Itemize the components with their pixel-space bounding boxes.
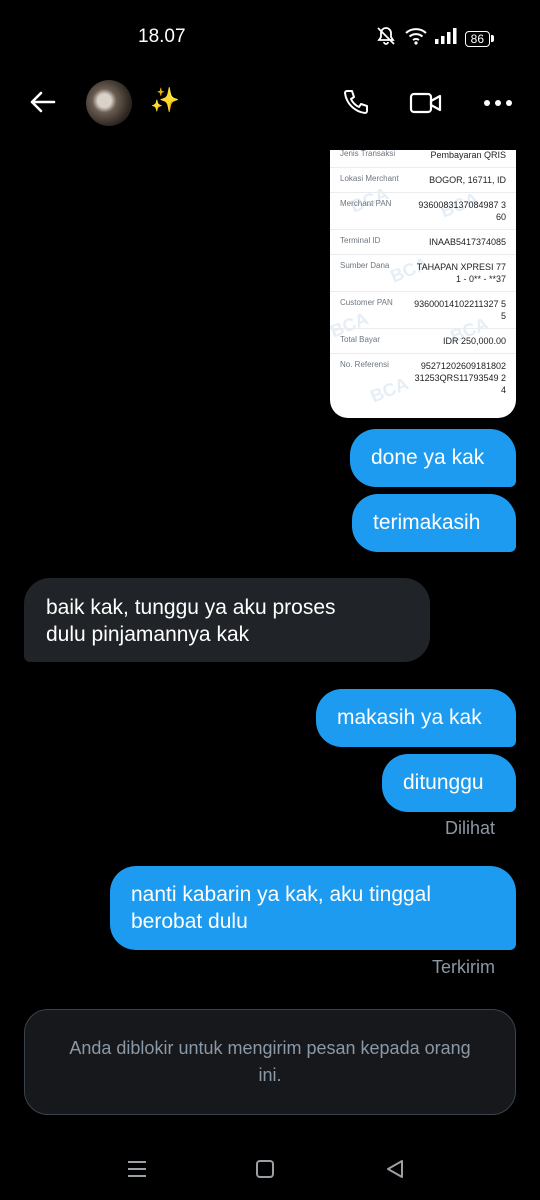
mute-vibrate-icon [375, 26, 397, 51]
receipt-label: No. Referensi [340, 360, 389, 369]
message-bubble-outgoing[interactable]: done ya kak [350, 429, 516, 487]
message-bubble-incoming[interactable]: baik kak, tunggu ya aku proses dulu pinj… [24, 578, 430, 662]
battery-level: 86 [464, 30, 490, 47]
message-bubble-outgoing[interactable]: terimakasih [352, 494, 516, 552]
message-text: ditunggu [403, 771, 484, 794]
receipt-image[interactable]: BCA BCA BCA BCA BCA BCA Jenis Transaksi P… [330, 150, 516, 418]
receipt-label: Lokasi Merchant [340, 174, 399, 183]
message-text-line: dulu pinjamannya kak [46, 623, 250, 646]
receipt-label: Customer PAN [340, 298, 393, 307]
avatar[interactable] [86, 80, 132, 126]
receipt-value: Pembayaran QRIS [430, 150, 506, 160]
recents-icon[interactable] [122, 1154, 152, 1184]
receipt-row: Terminal ID INAAB5417374085 [330, 230, 516, 255]
receipt-value: 9360083137084987 360 [418, 200, 506, 222]
message-text: makasih ya kak [337, 706, 482, 729]
blocked-notice-text: Anda diblokir untuk mengirim pesan kepad… [69, 1038, 471, 1085]
more-icon[interactable] [482, 90, 514, 116]
back-icon[interactable] [380, 1154, 410, 1184]
blocked-notice: Anda diblokir untuk mengirim pesan kepad… [24, 1009, 516, 1115]
message-text-line: berobat dulu [131, 910, 248, 933]
receipt-label: Total Bayar [340, 335, 381, 344]
message-bubble-outgoing[interactable]: makasih ya kak [316, 689, 516, 747]
seen-status: Dilihat [444, 818, 495, 838]
signal-icon [434, 28, 457, 49]
message-text-line: baik kak, tunggu ya aku proses [46, 596, 336, 619]
receipt-row: No. Referensi 95271202609181802 31253QRS1… [330, 354, 516, 402]
battery-icon: 86 [464, 30, 494, 47]
receipt-label: Merchant PAN [340, 199, 392, 208]
conversation-header [0, 70, 540, 140]
receipt-label: Sumber Dana [340, 261, 390, 270]
back-arrow-icon[interactable] [26, 86, 58, 118]
receipt-row: Total Bayar IDR 250,000.00 [330, 329, 516, 354]
receipt-label: Jenis Transaksi [340, 150, 396, 158]
message-bubble-outgoing[interactable]: nanti kabarin ya kak, aku tinggal beroba… [110, 866, 516, 950]
receipt-value: 93600014102211327 55 [414, 299, 506, 321]
sparkle-emoji: ✨ [150, 87, 180, 114]
status-icons: 86 [375, 26, 494, 51]
receipt-row: Customer PAN 93600014102211327 55 [330, 292, 516, 329]
phone-icon[interactable] [338, 86, 372, 120]
video-icon[interactable] [408, 86, 444, 120]
receipt-value: 95271202609181802 31253QRS11793549 24 [414, 361, 506, 395]
receipt-row: Merchant PAN 9360083137084987 360 [330, 193, 516, 230]
receipt-value: TAHAPAN XPRESI 771 - 0** - **37 [416, 262, 506, 284]
message-text: done ya kak [371, 446, 485, 469]
receipt-label: Terminal ID [340, 236, 381, 245]
receipt-value: INAAB5417374085 [428, 237, 506, 247]
status-bar: 18.07 86 [0, 0, 540, 70]
home-icon[interactable] [250, 1154, 280, 1184]
wifi-icon [404, 27, 427, 50]
message-text-line: nanti kabarin ya kak, aku tinggal [131, 883, 432, 906]
sent-status: Terkirim [432, 957, 495, 977]
receipt-row: Sumber Dana TAHAPAN XPRESI 771 - 0** - **… [330, 255, 516, 292]
message-text: terimakasih [373, 511, 481, 534]
receipt-row: Jenis Transaksi Pembayaran QRIS [330, 150, 516, 168]
receipt-value: IDR 250,000.00 [442, 336, 506, 346]
receipt-row: Lokasi Merchant BOGOR, 16711, ID [330, 168, 516, 193]
system-nav-bar [0, 1140, 540, 1200]
message-bubble-outgoing[interactable]: ditunggu [382, 754, 516, 812]
status-time: 18.07 [138, 26, 186, 47]
receipt-value: BOGOR, 16711, ID [429, 175, 506, 185]
